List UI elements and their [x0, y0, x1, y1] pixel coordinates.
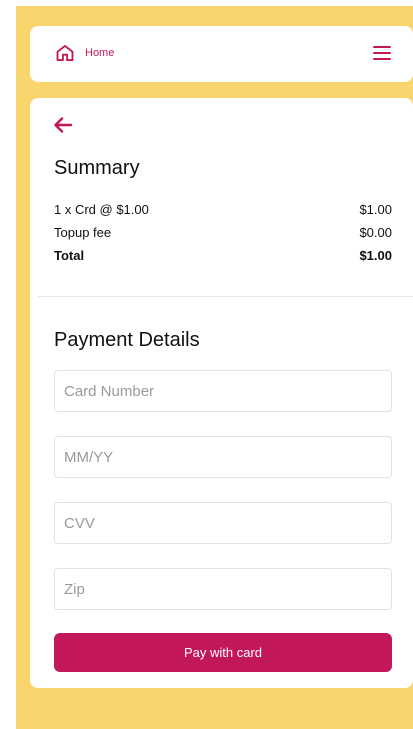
total-label: Total [54, 248, 85, 263]
home-link[interactable]: Home [55, 43, 114, 63]
summary-row-amount: $1.00 [359, 202, 392, 217]
hamburger-menu-icon[interactable] [373, 46, 391, 60]
section-divider [38, 296, 413, 297]
arrow-left-icon[interactable] [52, 116, 74, 134]
summary-row-fee: Topup fee $0.00 [54, 225, 392, 240]
summary-row-total: Total $1.00 [54, 248, 392, 263]
summary-row-item: 1 x Crd @ $1.00 $1.00 [54, 202, 392, 217]
cvv-input[interactable] [54, 502, 392, 544]
top-nav-bar: Home [30, 26, 413, 82]
payment-details-title: Payment Details [54, 329, 200, 351]
home-label: Home [85, 47, 115, 59]
pay-with-card-button[interactable]: Pay with card [54, 633, 392, 672]
summary-row-label: 1 x Crd @ $1.00 [54, 202, 149, 217]
expiry-input[interactable] [54, 436, 392, 478]
summary-row-label: Topup fee [54, 225, 112, 240]
zip-input[interactable] [54, 568, 392, 610]
summary-row-amount: $0.00 [359, 225, 392, 240]
card-number-input[interactable] [54, 370, 392, 412]
home-icon [55, 43, 75, 63]
checkout-card: Summary 1 x Crd @ $1.00 $1.00 Topup fee … [30, 98, 413, 688]
summary-title: Summary [54, 157, 140, 179]
total-amount: $1.00 [359, 248, 392, 263]
